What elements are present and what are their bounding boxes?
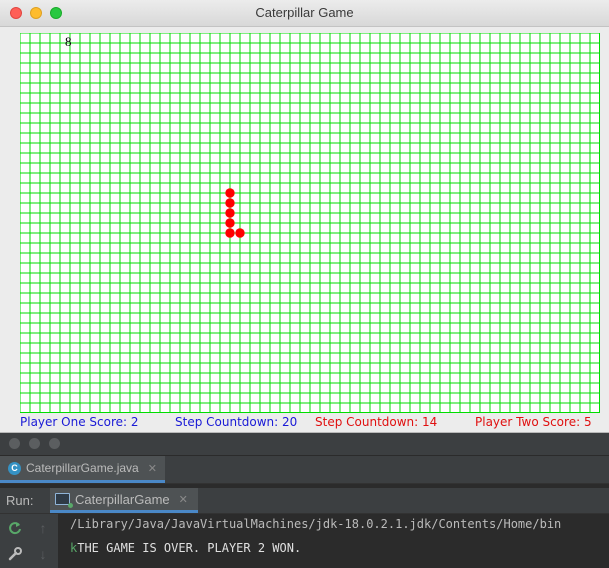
ide-titlebar [0, 433, 609, 455]
game-window: Caterpillar Game 8 Player One Score: 2 S… [0, 0, 609, 433]
caterpillar-segment [225, 188, 235, 198]
caterpillar-segment [225, 218, 235, 228]
console-icon [55, 493, 73, 508]
console-line: /Library/Java/JavaVirtualMachines/jdk-18… [70, 517, 562, 531]
run-toolwindow-header: Run: CaterpillarGame ✕ [0, 488, 609, 514]
close-icon[interactable]: ✕ [148, 462, 157, 475]
player-one-score: Player One Score: 2 [20, 415, 139, 429]
arrow-up-icon[interactable]: ↑ [35, 520, 51, 536]
close-icon[interactable]: ✕ [179, 493, 188, 506]
editor-tab-bar: C CaterpillarGame.java ✕ [0, 456, 609, 484]
player-two-score: Player Two Score: 5 [475, 415, 592, 429]
step-countdown-player-two: Step Countdown: 14 [315, 415, 438, 429]
run-tab-caterpillargame[interactable]: CaterpillarGame ✕ [50, 488, 198, 513]
run-toolbar: ↑ ↓ [0, 514, 58, 568]
caterpillar-segment [225, 208, 235, 218]
tab-caterpillargame-java[interactable]: C CaterpillarGame.java ✕ [0, 456, 165, 483]
step-countdown-player-one: Step Countdown: 20 [175, 415, 298, 429]
window-title: Caterpillar Game [255, 5, 354, 20]
run-tab-label: CaterpillarGame [75, 491, 170, 507]
class-icon: C [8, 461, 21, 475]
ide-window: C CaterpillarGame.java ✕ Run: Caterpilla… [0, 433, 609, 568]
game-grid [20, 33, 600, 413]
run-label: Run: [6, 493, 34, 508]
game-board[interactable]: 8 [20, 33, 600, 413]
game-over-message: THE GAME IS OVER. PLAYER 2 WON. [77, 541, 302, 555]
arrow-down-icon[interactable]: ↓ [35, 546, 51, 562]
minimize-window-button[interactable] [29, 438, 40, 449]
caterpillar-segment [235, 228, 245, 238]
wrench-icon[interactable] [7, 546, 23, 562]
caterpillar-segment [225, 198, 235, 208]
console-line: kTHE GAME IS OVER. PLAYER 2 WON. [70, 541, 301, 555]
zoom-window-button[interactable] [49, 438, 60, 449]
close-window-button[interactable] [9, 438, 20, 449]
counter-label: 8 [65, 34, 72, 49]
caterpillar-segment [225, 228, 235, 238]
rerun-icon[interactable] [7, 520, 23, 536]
console-output[interactable]: /Library/Java/JavaVirtualMachines/jdk-18… [58, 514, 609, 568]
tab-label: CaterpillarGame.java [26, 461, 139, 475]
window-titlebar: Caterpillar Game [0, 0, 609, 27]
